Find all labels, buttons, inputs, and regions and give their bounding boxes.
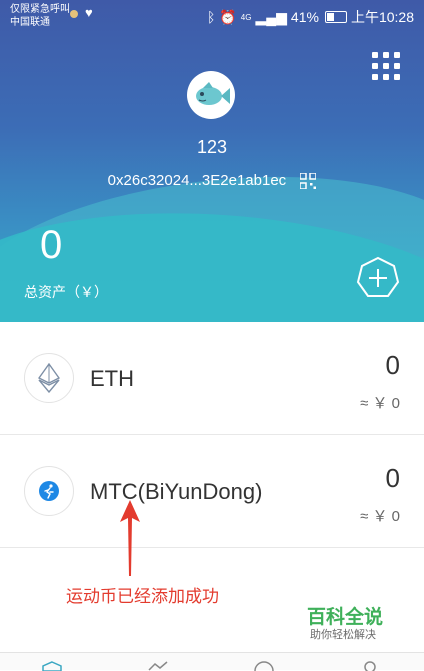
- notification-dot-icon: [70, 10, 78, 18]
- market-tab-icon[interactable]: [148, 661, 168, 671]
- token-row-mtc[interactable]: MTC(BiYunDong) 0 ≈ ￥ 0: [0, 435, 424, 548]
- mtc-glyph: [39, 481, 59, 501]
- ethereum-glyph: [38, 363, 60, 393]
- token-amount: 0: [385, 463, 400, 493]
- profile-tab-icon[interactable]: [360, 661, 380, 671]
- fish-avatar-icon: [196, 82, 230, 105]
- grid-dot: [372, 52, 378, 58]
- status-bar: 仅限紧急呼叫 中国联通 ♥ ᛒ ⏰ 4G ▂▄▆ 41% 上午10:28: [0, 0, 424, 32]
- carrier-line-2: 中国联通: [10, 17, 50, 28]
- token-row-eth[interactable]: ETH 0 ≈ ￥ 0: [0, 322, 424, 435]
- status-right-group: ᛒ ⏰ 4G ▂▄▆ 41% 上午10:28: [207, 7, 414, 27]
- token-list: ETH 0 ≈ ￥ 0 MTC(BiYunDong) 0 ≈ ￥ 0: [0, 322, 424, 548]
- wallet-tab-icon[interactable]: [42, 661, 62, 671]
- grid-dot: [394, 63, 400, 69]
- grid-dot: [383, 74, 389, 80]
- qr-code-icon[interactable]: [300, 173, 317, 190]
- running-icon: [24, 466, 74, 516]
- heart-icon: ♥: [85, 5, 93, 20]
- wallet-address-row[interactable]: 0x26c32024...3E2e1ab1ec: [0, 172, 424, 190]
- grid-dot: [383, 52, 389, 58]
- ethereum-icon: [24, 353, 74, 403]
- bottom-nav-bar: [0, 652, 424, 671]
- discover-tab-icon[interactable]: [254, 661, 274, 671]
- carrier-line-1: 仅限紧急呼叫: [10, 4, 70, 15]
- token-name: MTC(BiYunDong): [90, 479, 263, 504]
- carrier-info: 仅限紧急呼叫 中国联通: [10, 3, 70, 29]
- signal-icon: ▂▄▆: [255, 8, 287, 25]
- total-assets-value: 0: [40, 223, 63, 267]
- network-label: 4G: [240, 12, 252, 22]
- watermark-title: 百科全说: [307, 607, 384, 628]
- wallet-avatar[interactable]: [187, 71, 235, 119]
- token-name: ETH: [90, 366, 134, 391]
- token-fiat-value: ≈ ￥ 0: [360, 508, 400, 525]
- annotation-text: 运动币已经添加成功: [66, 587, 219, 606]
- bluetooth-icon: ᛒ: [206, 9, 216, 25]
- token-fiat-value: ≈ ￥ 0: [360, 395, 400, 412]
- battery-icon: [324, 11, 347, 23]
- grid-dot: [372, 63, 378, 69]
- wallet-name: 123: [196, 137, 228, 157]
- annotation-arrow-icon: [120, 500, 140, 576]
- watermark-subtitle: 助你轻松解决: [310, 629, 376, 641]
- alarm-icon: ⏰: [219, 8, 237, 25]
- wallet-address: 0x26c32024...3E2e1ab1ec: [107, 172, 287, 189]
- token-amount: 0: [385, 350, 400, 380]
- add-token-button[interactable]: [356, 256, 400, 300]
- battery-percent: 41%: [290, 9, 319, 25]
- total-assets-label: 总资产（￥）: [24, 284, 108, 300]
- grid-dot: [383, 63, 389, 69]
- grid-dot: [394, 74, 400, 80]
- grid-dot: [394, 52, 400, 58]
- clock-time: 上午10:28: [350, 9, 414, 25]
- menu-grid-button[interactable]: [372, 52, 400, 80]
- grid-dot: [372, 74, 378, 80]
